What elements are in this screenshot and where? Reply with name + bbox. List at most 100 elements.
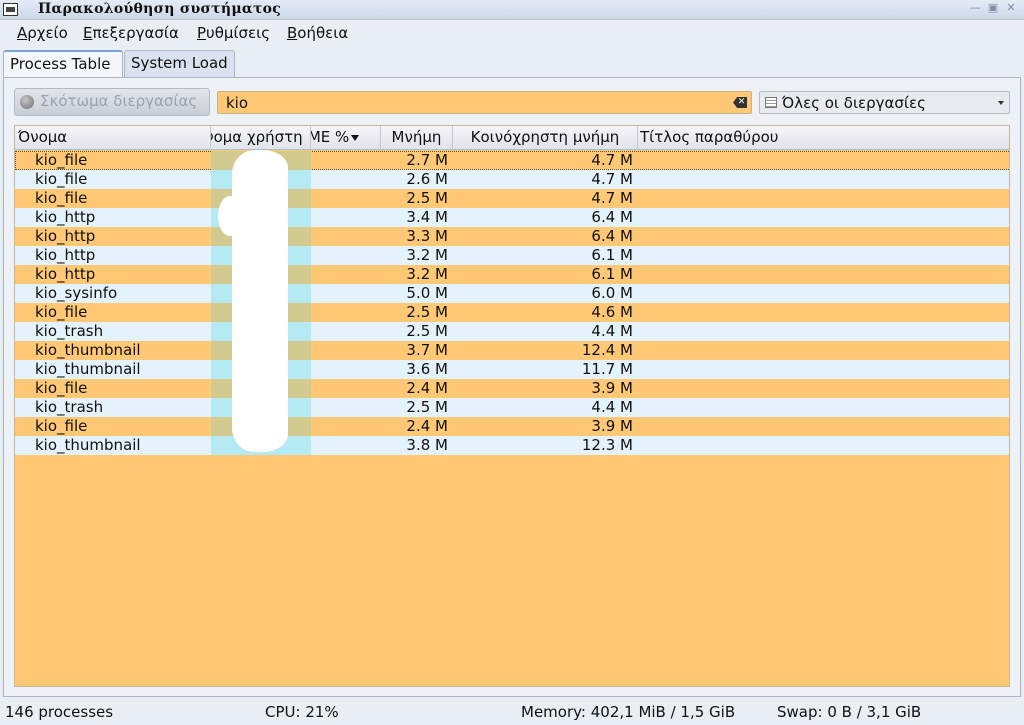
column-header-memory[interactable]: Μνήμη bbox=[381, 126, 453, 150]
shared-memory-cell: 11.7 M bbox=[581, 360, 633, 378]
table-row[interactable]: kio_thumbnail 3.6 M 11.7 M bbox=[15, 360, 1009, 379]
status-swap: Swap: 0 B / 3,1 GiB bbox=[777, 703, 922, 721]
memory-cell: 3.7 M bbox=[406, 341, 448, 359]
process-name-cell: kio_http bbox=[35, 246, 96, 264]
shared-memory-cell: 3.9 M bbox=[591, 379, 633, 397]
table-row[interactable]: kio_file 2.4 M 3.9 M bbox=[15, 417, 1009, 436]
process-filter-value: Όλες οι διεργασίες bbox=[782, 94, 926, 112]
memory-cell: 3.2 M bbox=[406, 246, 448, 264]
menu-help[interactable]: Βοήθεια bbox=[287, 24, 348, 42]
memory-cell: 3.2 M bbox=[406, 265, 448, 283]
process-name-cell: kio_file bbox=[35, 189, 88, 207]
shared-memory-cell: 4.7 M bbox=[591, 170, 633, 188]
memory-cell: 2.5 M bbox=[406, 322, 448, 340]
window-controls: — ▣ ✕ bbox=[968, 1, 1018, 15]
table-body: kio_file 2.7 M 4.7 Mkio_file 2.6 M 4.7 Mkio_… bbox=[15, 151, 1009, 455]
shared-memory-cell: 6.4 M bbox=[591, 227, 633, 245]
process-name-cell: kio_file bbox=[35, 379, 88, 397]
memory-cell: 2.5 M bbox=[406, 398, 448, 416]
process-name-cell: kio_trash bbox=[35, 398, 104, 416]
process-name-cell: kio_thumbnail bbox=[35, 436, 141, 454]
sort-descending-icon bbox=[351, 134, 360, 141]
shared-memory-cell: 4.7 M bbox=[591, 151, 633, 169]
title-bar: Παρακολούθηση συστήματος — ▣ ✕ bbox=[0, 0, 1024, 20]
menu-settings[interactable]: Ρυθμίσεις bbox=[197, 24, 270, 42]
shared-memory-cell: 6.4 M bbox=[591, 208, 633, 226]
process-name-cell: kio_file bbox=[35, 151, 88, 169]
process-name-cell: kio_file bbox=[35, 303, 88, 321]
table-row[interactable]: kio_file 2.5 M 4.7 M bbox=[15, 189, 1009, 208]
tab-process-table[interactable]: Process Table bbox=[3, 50, 123, 79]
memory-cell: 2.6 M bbox=[406, 170, 448, 188]
table-row[interactable]: kio_file 2.6 M 4.7 M bbox=[15, 170, 1009, 189]
memory-cell: 3.3 M bbox=[406, 227, 448, 245]
table-header: Όνομα Όνομα χρήστη ΚΜΕ % Μνήμη Κοινόχρησ… bbox=[15, 126, 1009, 150]
memory-cell: 3.8 M bbox=[406, 436, 448, 454]
menu-file[interactable]: Αρχείο bbox=[17, 24, 68, 42]
memory-cell: 3.4 M bbox=[406, 208, 448, 226]
memory-cell: 2.4 M bbox=[406, 379, 448, 397]
kill-process-icon bbox=[20, 95, 34, 109]
table-row[interactable]: kio_file 2.4 M 3.9 M bbox=[15, 379, 1009, 398]
process-name-cell: kio_thumbnail bbox=[35, 341, 141, 359]
chevron-down-icon bbox=[998, 101, 1004, 105]
shared-memory-cell: 4.6 M bbox=[591, 303, 633, 321]
table-row[interactable]: kio_thumbnail 3.7 M 12.4 M bbox=[15, 341, 1009, 360]
table-row[interactable]: kio_trash 2.5 M 4.4 M bbox=[15, 398, 1009, 417]
table-row[interactable]: kio_thumbnail 3.8 M 12.3 M bbox=[15, 436, 1009, 455]
column-header-cpu[interactable]: ΚΜΕ % bbox=[311, 126, 381, 150]
column-header-cpu-label: ΚΜΕ % bbox=[311, 128, 350, 146]
table-row[interactable]: kio_http 3.2 M 6.1 M bbox=[15, 246, 1009, 265]
shared-memory-cell: 12.4 M bbox=[581, 341, 633, 359]
clear-search-icon[interactable]: ✕ bbox=[733, 97, 747, 108]
close-icon[interactable]: ✕ bbox=[1004, 1, 1018, 15]
process-name-cell: kio_http bbox=[35, 265, 96, 283]
memory-cell: 5.0 M bbox=[406, 284, 448, 302]
shared-memory-cell: 4.7 M bbox=[591, 189, 633, 207]
window-title: Παρακολούθηση συστήματος bbox=[38, 1, 282, 17]
memory-cell: 2.7 M bbox=[406, 151, 448, 169]
column-header-user[interactable]: Όνομα χρήστη bbox=[211, 126, 311, 150]
tab-system-load[interactable]: System Load bbox=[124, 50, 235, 78]
column-header-name[interactable]: Όνομα bbox=[15, 126, 211, 150]
shared-memory-cell: 4.4 M bbox=[591, 398, 633, 416]
search-value: kio bbox=[226, 94, 249, 112]
process-name-cell: kio_http bbox=[35, 208, 96, 226]
shared-memory-cell: 3.9 M bbox=[591, 417, 633, 435]
status-process-count: 146 processes bbox=[5, 703, 114, 721]
process-name-cell: kio_file bbox=[35, 417, 88, 435]
memory-cell: 2.5 M bbox=[406, 189, 448, 207]
memory-cell: 2.5 M bbox=[406, 303, 448, 321]
status-cpu: CPU: 21% bbox=[265, 703, 339, 721]
table-row[interactable]: kio_file 2.5 M 4.6 M bbox=[15, 303, 1009, 322]
process-name-cell: kio_sysinfo bbox=[35, 284, 118, 302]
table-row[interactable]: kio_http 3.3 M 6.4 M bbox=[15, 227, 1009, 246]
process-name-cell: kio_http bbox=[35, 227, 96, 245]
table-row[interactable]: kio_http 3.4 M 6.4 M bbox=[15, 208, 1009, 227]
shared-memory-cell: 12.3 M bbox=[581, 436, 633, 454]
table-row[interactable]: kio_sysinfo 5.0 M 6.0 M bbox=[15, 284, 1009, 303]
search-input[interactable]: kio ✕ bbox=[217, 91, 752, 114]
menu-bar: Αρχείο Επεξεργασία Ρυθμίσεις Βοήθεια bbox=[0, 20, 1024, 46]
process-name-cell: kio_file bbox=[35, 170, 88, 188]
column-header-shared-memory[interactable]: Κοινόχρηστη μνήμη bbox=[453, 126, 638, 150]
column-header-window-title[interactable]: Τίτλος παραθύρου bbox=[638, 126, 1009, 150]
status-memory: Memory: 402,1 MiB / 1,5 GiB bbox=[521, 703, 736, 721]
kill-process-button[interactable]: Σκότωμα διεργασίας bbox=[14, 88, 210, 116]
table-row[interactable]: kio_file 2.7 M 4.7 M bbox=[15, 151, 1009, 170]
list-icon bbox=[765, 97, 777, 108]
kill-process-label: Σκότωμα διεργασίας bbox=[40, 92, 198, 110]
table-row[interactable]: kio_http 3.2 M 6.1 M bbox=[15, 265, 1009, 284]
process-table: Όνομα Όνομα χρήστη ΚΜΕ % Μνήμη Κοινόχρησ… bbox=[14, 125, 1010, 687]
menu-edit[interactable]: Επεξεργασία bbox=[83, 24, 179, 42]
shared-memory-cell: 4.4 M bbox=[591, 322, 633, 340]
process-filter-select[interactable]: Όλες οι διεργασίες bbox=[759, 91, 1010, 114]
shared-memory-cell: 6.0 M bbox=[591, 284, 633, 302]
redaction-mark bbox=[218, 150, 288, 452]
minimize-icon[interactable]: — bbox=[968, 1, 982, 15]
maximize-icon[interactable]: ▣ bbox=[986, 1, 1000, 15]
shared-memory-cell: 6.1 M bbox=[591, 265, 633, 283]
table-row[interactable]: kio_trash 2.5 M 4.4 M bbox=[15, 322, 1009, 341]
shared-memory-cell: 6.1 M bbox=[591, 246, 633, 264]
memory-cell: 2.4 M bbox=[406, 417, 448, 435]
